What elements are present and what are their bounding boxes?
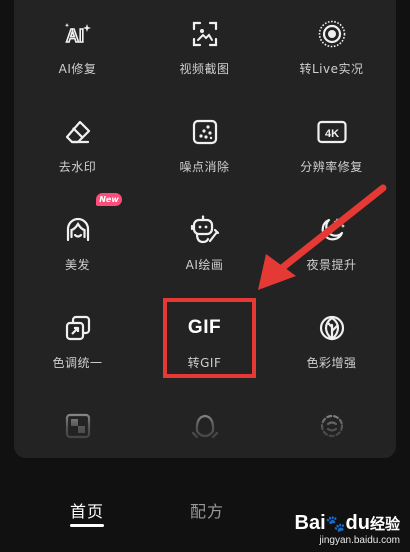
baidu-logo: Bai🐾du经验	[294, 512, 401, 534]
baidu-paw-icon: 🐾	[325, 516, 346, 533]
nav-home[interactable]: 首页	[70, 498, 104, 522]
nav-recipe[interactable]: 配方	[190, 498, 224, 522]
annotation-arrow-icon	[258, 184, 387, 290]
watermark-url: jingyan.baidu.com	[319, 535, 400, 546]
bottom-nav: 首页 配方 Bai🐾du经验 jingyan.baidu.com	[0, 478, 410, 552]
baidu-watermark: Bai🐾du经验 jingyan.baidu.com	[295, 512, 401, 546]
nav-home-indicator	[70, 524, 104, 527]
